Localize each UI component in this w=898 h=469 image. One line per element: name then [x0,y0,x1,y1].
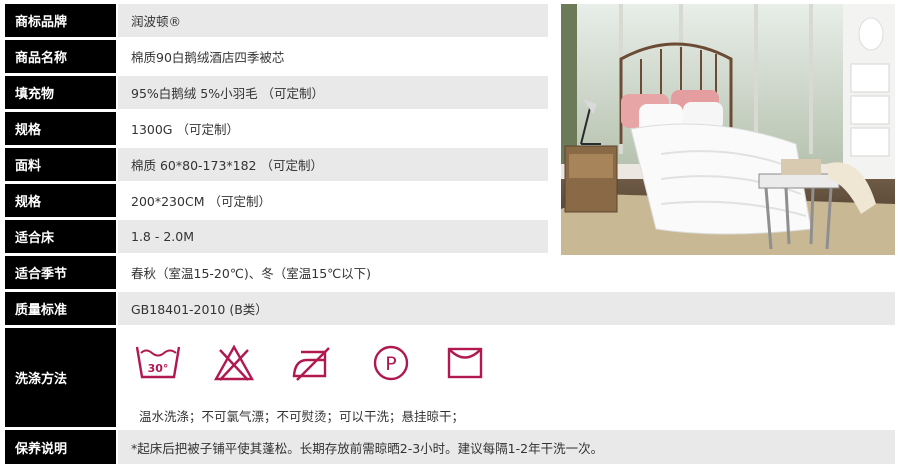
season-label: 适合季节 [5,256,116,289]
washing-instructions: 温水洗涤；不可氯气漂；不可熨烫；可以干洗；悬挂晾干； [139,409,465,424]
filling-value: 95%白鹅绒 5%小羽毛 （可定制） [118,76,548,109]
no-bleach-icon [213,344,255,385]
weight-label: 规格 [5,112,116,145]
filling-label: 填充物 [5,76,116,109]
row-filling: 填充物 95%白鹅绒 5%小羽毛 （可定制） [5,76,548,109]
row-size: 规格 200*230CM （可定制） [5,184,548,217]
fabric-value: 棉质 60*80-173*182 （可定制） [118,148,548,181]
size-value: 200*230CM （可定制） [118,184,548,217]
standard-label: 质量标准 [5,292,116,325]
season-value: 春秋（室温15-20℃)、冬（室温15℃以下) [118,256,895,289]
wash-temp-label: 30° [148,362,169,375]
brand-label: 商标品牌 [5,4,116,37]
product-name-value: 棉质90白鹅绒酒店四季被芯 [118,40,548,73]
product-name-label: 商品名称 [5,40,116,73]
hang-dry-icon [446,344,484,385]
row-brand: 商标品牌 润波顿® [5,4,548,37]
row-season: 适合季节 春秋（室温15-20℃)、冬（室温15℃以下) [5,256,895,289]
fabric-label: 面料 [5,148,116,181]
washing-content: 30° P 温水洗涤；不可氯气漂；不可熨烫；可以干洗；悬挂晾干； [118,328,895,427]
bed-label: 适合床 [5,220,116,253]
standard-value: GB18401-2010 (B类） [118,292,895,325]
row-washing: 洗涤方法 30° P 温水洗涤；不可氯气漂；不可熨烫；可以干洗；悬挂晾干； [5,328,895,427]
no-iron-icon [291,344,335,385]
size-label: 规格 [5,184,116,217]
washing-label: 洗涤方法 [5,328,116,427]
care-value: *起床后把被子铺平使其蓬松。长期存放前需晾晒2-3小时。建议每隔1-2年干洗一次… [118,430,895,464]
row-product-name: 商品名称 棉质90白鹅绒酒店四季被芯 [5,40,548,73]
bed-value: 1.8 - 2.0M [118,220,548,253]
wash-30-icon: 30° [135,344,181,385]
care-label: 保养说明 [5,430,116,464]
weight-value: 1300G （可定制） [118,112,548,145]
row-standard: 质量标准 GB18401-2010 (B类） [5,292,895,325]
brand-value: 润波顿® [118,4,548,37]
row-bed: 适合床 1.8 - 2.0M [5,220,548,253]
row-fabric: 面料 棉质 60*80-173*182 （可定制） [5,148,548,181]
row-care: 保养说明 *起床后把被子铺平使其蓬松。长期存放前需晾晒2-3小时。建议每隔1-2… [5,430,895,464]
row-weight: 规格 1300G （可定制） [5,112,548,145]
dry-clean-letter: P [385,353,396,375]
bedroom-product-photo [561,4,895,255]
dry-clean-p-icon: P [372,344,410,385]
